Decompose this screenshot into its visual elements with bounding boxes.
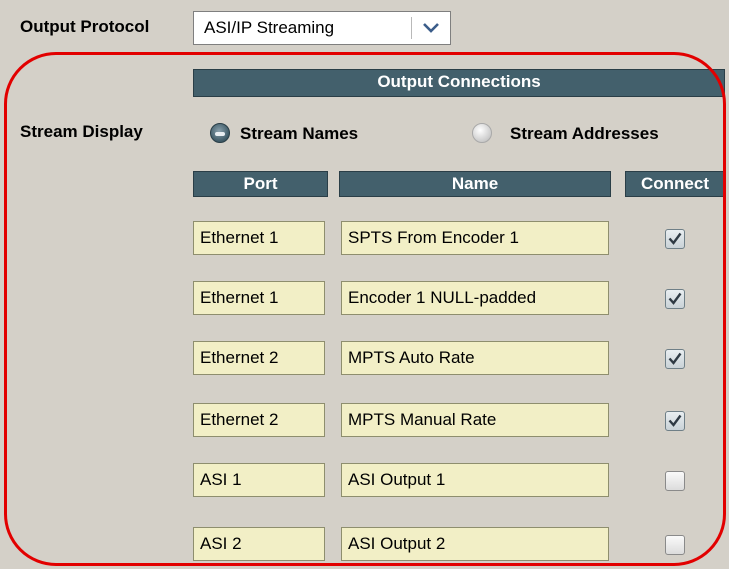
stream-names-label[interactable]: Stream Names [240, 124, 358, 144]
stream-addresses-label[interactable]: Stream Addresses [510, 124, 659, 144]
connect-checkbox[interactable] [665, 535, 685, 555]
stream-name-field[interactable]: MPTS Auto Rate [341, 341, 609, 375]
port-column-header: Port [193, 171, 328, 197]
checkmark-icon [668, 352, 682, 365]
chevron-down-icon[interactable] [412, 12, 450, 44]
checkmark-icon [668, 414, 682, 427]
stream-name-field[interactable]: MPTS Manual Rate [341, 403, 609, 437]
connect-column-header: Connect [625, 171, 725, 197]
output-connections-header: Output Connections [193, 69, 725, 97]
output-protocol-label: Output Protocol [20, 17, 150, 36]
port-field[interactable]: ASI 1 [193, 463, 325, 497]
connect-checkbox[interactable] [665, 229, 685, 249]
checkmark-icon [668, 292, 682, 305]
stream-name-field[interactable]: Encoder 1 NULL-padded [341, 281, 609, 315]
connect-checkbox[interactable] [665, 349, 685, 369]
port-field[interactable]: ASI 2 [193, 527, 325, 561]
port-field[interactable]: Ethernet 1 [193, 221, 325, 255]
connect-checkbox[interactable] [665, 289, 685, 309]
port-field[interactable]: Ethernet 2 [193, 403, 325, 437]
stream-name-field[interactable]: ASI Output 1 [341, 463, 609, 497]
stream-display-label: Stream Display [20, 122, 143, 141]
port-field[interactable]: Ethernet 2 [193, 341, 325, 375]
connect-checkbox[interactable] [665, 471, 685, 491]
output-protocol-value: ASI/IP Streaming [204, 18, 335, 37]
checkmark-icon [668, 232, 682, 245]
connect-checkbox[interactable] [665, 411, 685, 431]
name-column-header: Name [339, 171, 611, 197]
stream-name-field[interactable]: ASI Output 2 [341, 527, 609, 561]
output-protocol-select[interactable]: ASI/IP Streaming [193, 11, 451, 45]
stream-name-field[interactable]: SPTS From Encoder 1 [341, 221, 609, 255]
stream-addresses-radio[interactable] [472, 123, 492, 143]
stream-names-radio[interactable] [210, 123, 230, 143]
port-field[interactable]: Ethernet 1 [193, 281, 325, 315]
